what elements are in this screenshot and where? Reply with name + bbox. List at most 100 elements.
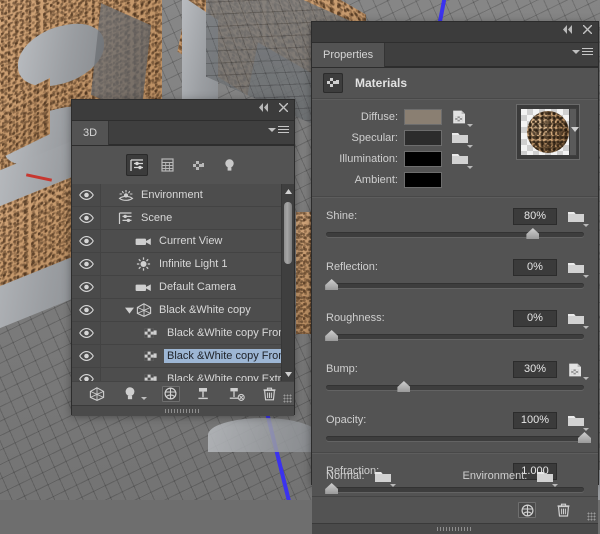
scroll-down-icon[interactable] — [284, 369, 292, 379]
toggle-ground-plane-button[interactable] — [518, 502, 536, 518]
materials-properties-body[interactable]: Diffuse: Specular: Illumination: Ambient: S… — [312, 100, 598, 496]
panel-3d-tabstrip[interactable]: 3D — [72, 121, 294, 146]
slider-group[interactable]: Bump: 30% — [326, 357, 589, 395]
collapse-to-icons-icon[interactable] — [258, 103, 270, 112]
visibility-toggle-eye-icon[interactable] — [72, 299, 101, 321]
chevron-down-icon[interactable] — [467, 166, 473, 169]
slider-thumb[interactable] — [578, 432, 591, 443]
slider-value-input[interactable]: 100% — [513, 411, 557, 429]
visibility-toggle-eye-icon[interactable] — [72, 253, 101, 275]
scene-tree-row[interactable]: Black &White copy Front ... — [72, 345, 294, 368]
resize-grip-icon[interactable] — [283, 394, 292, 403]
color-swatch[interactable] — [404, 171, 442, 188]
color-swatch[interactable] — [404, 150, 442, 167]
visibility-toggle-eye-icon[interactable] — [72, 207, 101, 229]
scene-tree-row[interactable]: Black &White copy Front ... — [72, 322, 294, 345]
folder-icon[interactable] — [374, 470, 396, 487]
panel-menu-icon[interactable] — [268, 126, 289, 133]
visibility-toggle-eye-icon[interactable] — [72, 184, 101, 206]
texture-loaded-icon[interactable] — [452, 110, 473, 127]
delete-button[interactable] — [261, 386, 279, 402]
slider-track[interactable] — [325, 328, 584, 344]
panel-3d-titlebar[interactable] — [72, 100, 294, 121]
slider-track[interactable] — [326, 379, 584, 395]
slider-thumb[interactable] — [325, 279, 339, 290]
drag-handle-icon[interactable] — [165, 409, 201, 413]
add-mesh-button[interactable] — [88, 386, 106, 402]
panel-properties-bottom-rail[interactable] — [312, 523, 598, 534]
slider-track[interactable] — [326, 430, 591, 446]
scene-tree-row[interactable]: Infinite Light 1 — [72, 253, 294, 276]
toggle-ground-plane-button[interactable] — [161, 385, 180, 402]
scene-filter-button[interactable] — [125, 154, 148, 176]
chevron-down-icon[interactable] — [467, 145, 473, 148]
delete-button[interactable] — [554, 502, 572, 518]
close-icon[interactable] — [279, 103, 288, 112]
add-light-group[interactable] — [121, 386, 147, 402]
slider-group[interactable]: Reflection: 0% — [325, 255, 589, 293]
collapse-to-icons-icon[interactable] — [562, 25, 574, 34]
scene-tree-list[interactable]: Environment Scene Current View Infinite Lig… — [72, 184, 294, 381]
lights-filter-button[interactable] — [219, 154, 241, 176]
chevron-down-icon[interactable] — [552, 483, 559, 487]
color-swatch[interactable] — [404, 108, 442, 125]
scene-tree-row[interactable]: Default Camera — [72, 276, 294, 299]
folder-icon[interactable] — [568, 414, 589, 431]
folder-icon[interactable] — [568, 312, 589, 329]
add-point-light-button[interactable] — [195, 386, 213, 402]
color-swatch[interactable] — [404, 129, 442, 146]
panel-3d[interactable]: 3D Environment Scene Current View Infini… — [72, 100, 294, 416]
panel-3d-bottom-rail[interactable] — [72, 405, 294, 416]
tab-3d[interactable]: 3D — [72, 121, 110, 145]
panel-properties[interactable]: Properties Materials Diffuse: Specular: Il… — [312, 22, 598, 534]
delete-light-button[interactable] — [228, 386, 246, 402]
visibility-toggle-eye-icon[interactable] — [72, 230, 101, 252]
visibility-toggle-eye-icon[interactable] — [72, 345, 101, 367]
folder-icon[interactable] — [537, 470, 559, 487]
slider-group[interactable]: Opacity: 100% — [326, 408, 591, 446]
slider-group[interactable]: Shine: 80% — [326, 204, 589, 242]
panel-properties-tabstrip[interactable]: Properties — [312, 43, 598, 68]
folder-icon[interactable] — [568, 261, 589, 278]
scene-tree-row[interactable]: Current View — [72, 230, 294, 253]
slider-value-input[interactable]: 0% — [513, 258, 557, 276]
slider-thumb[interactable] — [397, 381, 411, 392]
texture-loaded-icon[interactable] — [568, 363, 589, 380]
mesh-filter-button[interactable] — [157, 154, 179, 176]
panel-properties-titlebar[interactable] — [312, 22, 598, 43]
visibility-toggle-eye-icon[interactable] — [72, 322, 101, 344]
slider-track[interactable] — [325, 277, 584, 293]
chevron-down-icon[interactable] — [467, 124, 473, 127]
slider-group[interactable]: Roughness: 0% — [325, 306, 589, 344]
normal-field-group[interactable]: Normal: — [326, 470, 396, 487]
color-swatch-row[interactable]: Specular: — [312, 127, 492, 148]
add-light-button[interactable] — [121, 386, 139, 402]
chevron-down-icon[interactable] — [140, 396, 147, 400]
color-swatch-row[interactable]: Diffuse: — [312, 106, 492, 127]
drag-handle-icon[interactable] — [437, 527, 473, 531]
close-icon[interactable] — [583, 25, 592, 34]
scene-tree-row[interactable]: Black &White copy — [72, 299, 294, 322]
chevron-down-icon[interactable] — [571, 127, 579, 132]
folder-icon[interactable] — [452, 152, 473, 169]
panel-properties-footer-toolbar[interactable] — [312, 496, 598, 523]
scene-tree-row[interactable]: Environment — [72, 184, 294, 207]
color-swatch-row[interactable]: Illumination: — [312, 148, 492, 169]
preview-dropdown-strip[interactable] — [569, 108, 577, 156]
folder-icon[interactable] — [568, 210, 589, 227]
slider-thumb[interactable] — [526, 228, 540, 239]
chevron-down-icon[interactable] — [389, 483, 396, 487]
slider-value-input[interactable]: 0% — [513, 309, 557, 327]
scene-tree-row[interactable]: Scene — [72, 207, 294, 230]
environment-field-group[interactable]: Environment: — [463, 470, 559, 487]
color-swatch-row[interactable]: Ambient: — [312, 169, 492, 190]
slider-track[interactable] — [326, 226, 584, 242]
scene-tree-scrollbar[interactable] — [281, 184, 294, 381]
color-swatch-group[interactable]: Diffuse: Specular: Illumination: Ambient: — [312, 106, 492, 190]
visibility-toggle-eye-icon[interactable] — [72, 368, 101, 381]
slider-thumb[interactable] — [325, 330, 339, 341]
resize-grip-icon[interactable] — [587, 512, 596, 521]
slider-value-input[interactable]: 30% — [513, 360, 557, 378]
folder-icon[interactable] — [452, 131, 473, 148]
scrollbar-thumb[interactable] — [284, 202, 292, 264]
